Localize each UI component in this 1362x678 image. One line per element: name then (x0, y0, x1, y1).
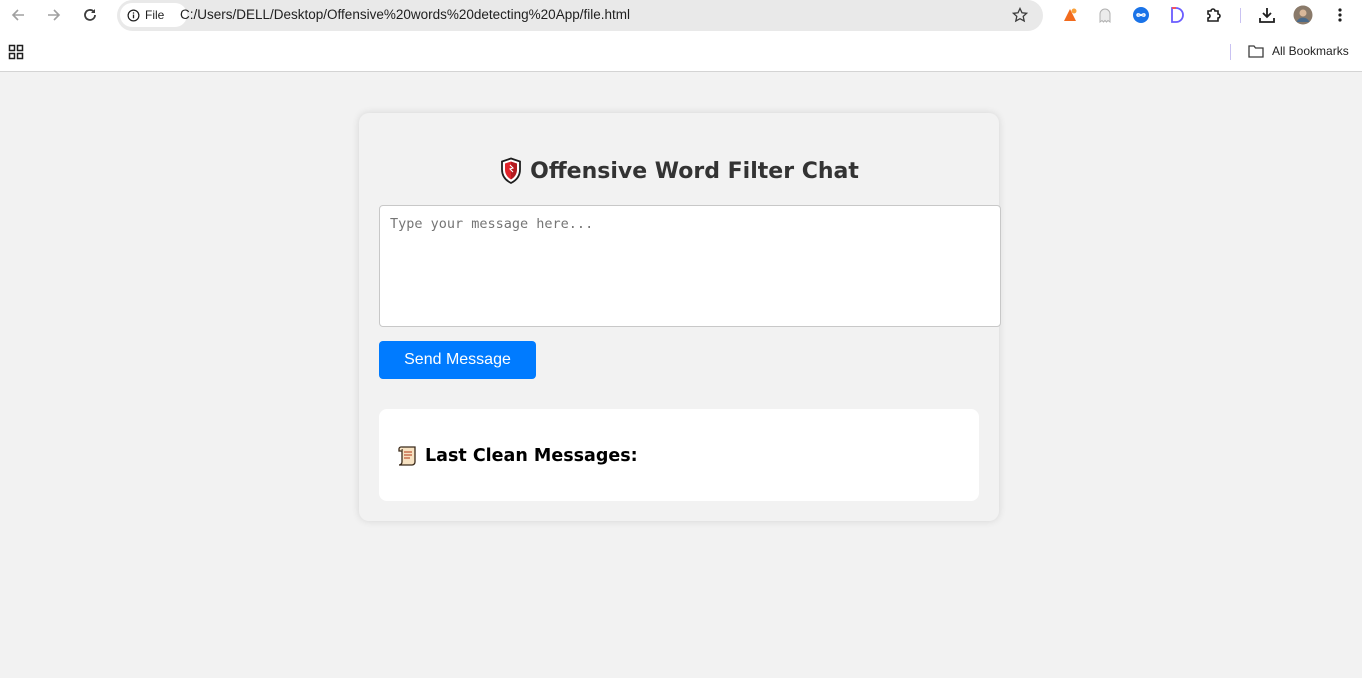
extension-button-4[interactable] (1167, 5, 1187, 25)
extensions-button[interactable] (1204, 5, 1224, 25)
site-info-chip[interactable]: File (120, 3, 187, 27)
forward-button[interactable] (42, 4, 66, 26)
address-bar[interactable]: File C:/Users/DELL/Desktop/Offensive%20w… (117, 0, 1043, 31)
folder-icon (1248, 45, 1264, 58)
reload-icon (84, 9, 96, 21)
scroll-icon (398, 446, 416, 466)
all-bookmarks-button[interactable]: All Bookmarks (1248, 44, 1349, 58)
bookmarks-bar: All Bookmarks (0, 32, 1362, 72)
browser-menu-button[interactable] (1330, 5, 1350, 25)
apps-button[interactable] (8, 44, 24, 60)
all-bookmarks-label: All Bookmarks (1272, 44, 1349, 58)
page-title: Offensive Word Filter Chat (359, 155, 999, 187)
extension-button-1[interactable] (1060, 5, 1080, 25)
clean-messages-heading: Last Clean Messages: (396, 445, 638, 467)
downloads-button[interactable] (1257, 5, 1277, 25)
download-icon (1259, 8, 1275, 23)
apps-grid-icon (8, 44, 24, 60)
extension-button-2[interactable] (1095, 5, 1115, 25)
infinity-extension-icon (1133, 7, 1149, 23)
shield-icon (501, 157, 522, 185)
back-button[interactable] (6, 4, 30, 26)
letter-d-extension-icon (1171, 7, 1184, 23)
site-chip-label: File (145, 8, 165, 22)
orange-extension-icon (1064, 8, 1077, 21)
app-title: Offensive Word Filter Chat (530, 158, 859, 184)
info-icon (127, 9, 140, 21)
message-input[interactable] (379, 205, 1001, 327)
clean-messages-title: Last Clean Messages: (425, 446, 638, 466)
ghost-extension-icon (1099, 8, 1111, 23)
puzzle-icon (1207, 8, 1221, 22)
kebab-menu-icon (1338, 8, 1342, 22)
star-icon (1012, 7, 1028, 23)
reload-button[interactable] (78, 4, 102, 26)
extension-button-3[interactable] (1131, 5, 1151, 25)
browser-toolbar: File C:/Users/DELL/Desktop/Offensive%20w… (0, 0, 1362, 32)
url-text[interactable]: C:/Users/DELL/Desktop/Offensive%20words%… (180, 7, 630, 22)
chat-card: Offensive Word Filter Chat Send Message … (359, 113, 1001, 521)
forward-arrow-icon (48, 9, 61, 21)
toolbar-separator (1240, 8, 1241, 23)
bookmark-star-button[interactable] (1010, 5, 1030, 25)
bookmarks-separator (1230, 44, 1231, 60)
send-message-button[interactable]: Send Message (379, 341, 536, 379)
back-arrow-icon (11, 9, 24, 21)
clean-messages-panel: Last Clean Messages: (379, 409, 979, 501)
profile-avatar-button[interactable] (1293, 5, 1313, 25)
avatar (1293, 5, 1313, 25)
